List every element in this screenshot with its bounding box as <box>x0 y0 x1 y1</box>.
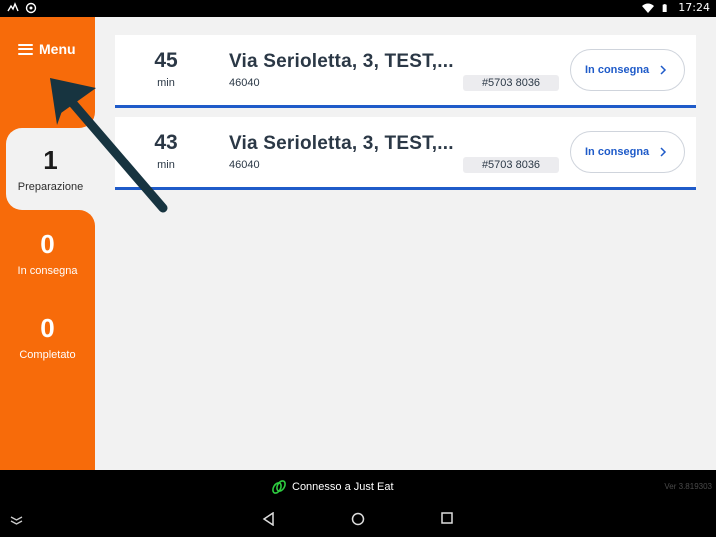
completato-count: 0 <box>40 313 55 343</box>
version-label: Ver 3.819303 <box>664 482 712 491</box>
completato-label: Completato <box>19 349 76 361</box>
in-consegna-button[interactable]: In consegna <box>570 49 685 91</box>
status-button-label: In consegna <box>585 146 650 158</box>
menu-label: Menu <box>39 41 76 57</box>
menu-button[interactable]: Menu <box>18 41 76 57</box>
chevron-right-icon <box>660 147 667 157</box>
in-consegna-count: 0 <box>40 229 55 259</box>
order-address: Via Serioletta, 3, TEST,... <box>229 133 454 154</box>
sidebar-item-in-consegna[interactable]: 0 In consegna <box>0 212 95 294</box>
sidebar: Menu 1 Preparazione 0 In consegna 0 Comp… <box>0 17 95 470</box>
order-code-badge: #5703 8036 <box>463 75 559 91</box>
in-consegna-label: In consegna <box>17 265 78 277</box>
status-button-label: In consegna <box>585 64 650 76</box>
sidebar-item-completato[interactable]: 0 Completato <box>0 296 95 378</box>
order-zip: 46040 <box>229 77 260 89</box>
recents-icon[interactable] <box>441 512 453 524</box>
preparazione-count: 1 <box>43 145 58 175</box>
eta-minutes: 45 <box>154 49 178 72</box>
home-icon[interactable] <box>351 512 365 526</box>
clock: 17:24 <box>678 1 710 14</box>
preparazione-label: Preparazione <box>17 181 84 193</box>
in-consegna-button[interactable]: In consegna <box>570 131 685 173</box>
connection-status: Connesso a Just Eat <box>272 479 394 495</box>
connection-bar: Connesso a Just Eat Ver 3.819303 <box>0 470 716 502</box>
sidebar-item-preparazione[interactable]: 1 Preparazione <box>6 112 95 226</box>
collapse-keyboard-icon[interactable] <box>10 516 23 525</box>
order-zip: 46040 <box>229 159 260 171</box>
eta-unit: min <box>157 77 175 89</box>
order-address: Via Serioletta, 3, TEST,... <box>229 51 454 72</box>
link-icon <box>272 480 286 494</box>
eta: 43 min <box>142 131 190 171</box>
battery-icon <box>662 3 667 12</box>
status-bar: 17:24 <box>0 0 716 17</box>
order-card[interactable]: 45 min Via Serioletta, 3, TEST,... 46040… <box>115 35 696 108</box>
wifi-icon <box>642 3 655 13</box>
antenna-icon <box>25 2 37 14</box>
tab-notch <box>79 112 95 128</box>
order-code-badge: #5703 8036 <box>463 157 559 173</box>
notification-icon <box>7 2 19 12</box>
back-icon[interactable] <box>262 512 275 526</box>
navigation-bar <box>0 502 716 537</box>
eta: 45 min <box>142 49 190 89</box>
chevron-right-icon <box>660 65 667 75</box>
eta-unit: min <box>157 159 175 171</box>
order-card[interactable]: 43 min Via Serioletta, 3, TEST,... 46040… <box>115 117 696 190</box>
connection-text: Connesso a Just Eat <box>292 481 394 493</box>
eta-minutes: 43 <box>154 131 178 154</box>
hamburger-icon <box>18 43 33 55</box>
